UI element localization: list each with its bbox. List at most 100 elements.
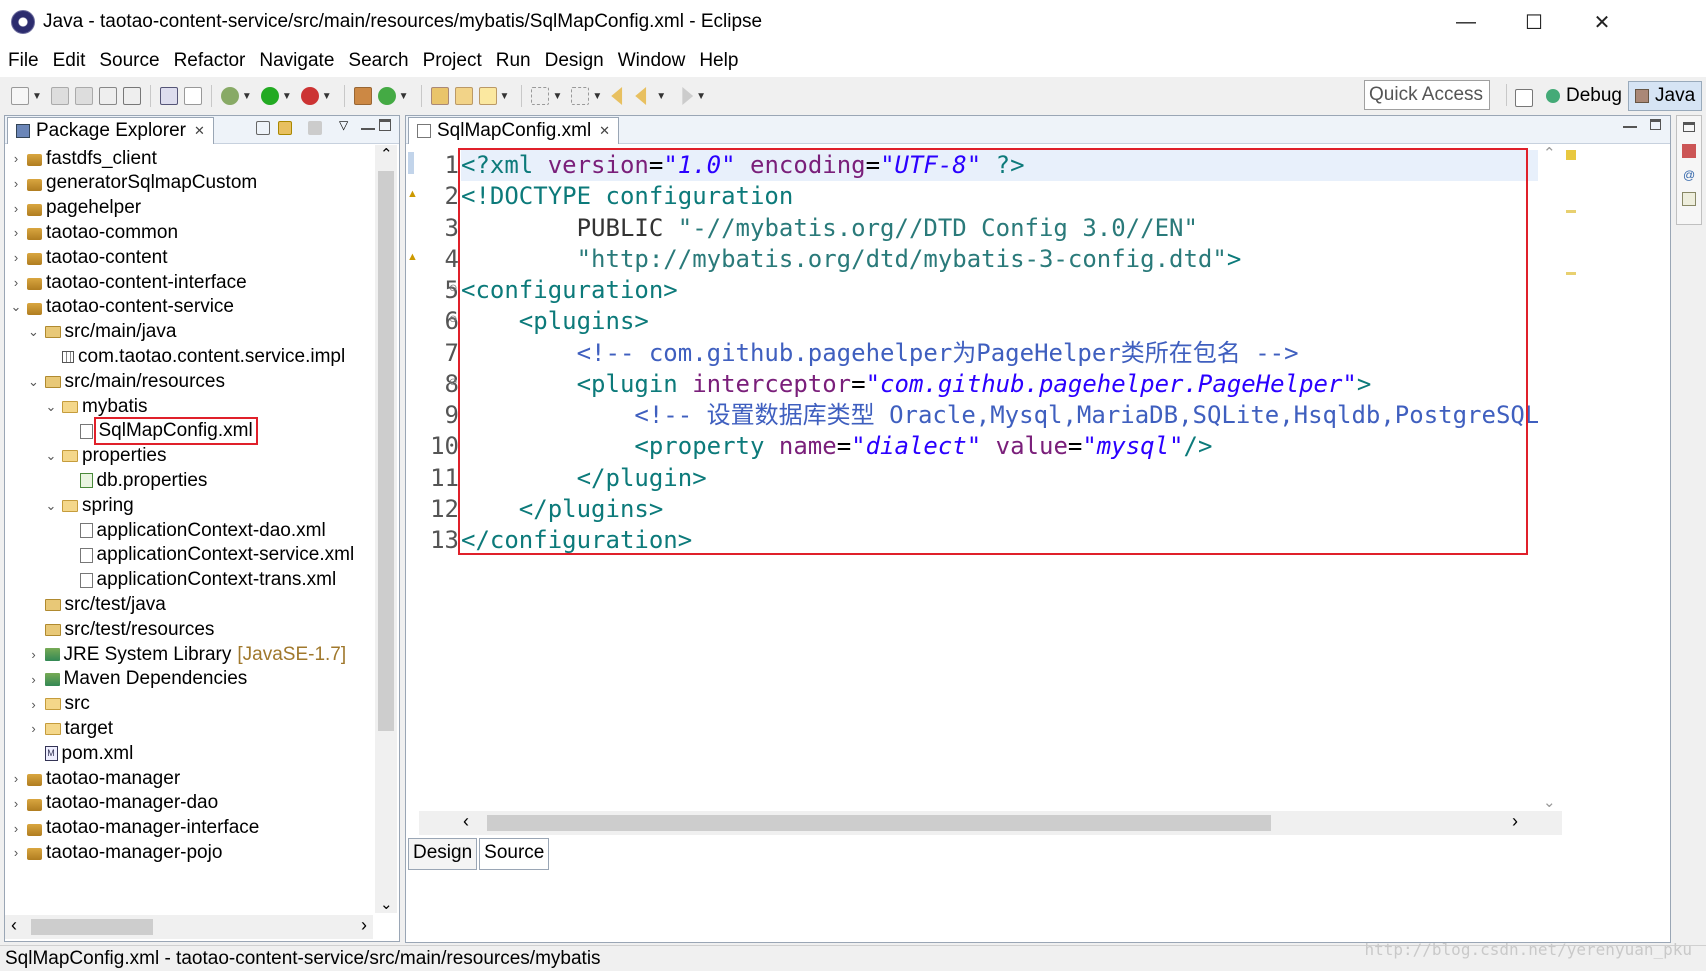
tree-item[interactable]: db.properties (62, 467, 207, 494)
tree-item[interactable]: applicationContext-trans.xml (62, 567, 336, 594)
expand-arrow-icon[interactable]: › (9, 151, 23, 166)
code-line[interactable]: </plugin> (461, 463, 707, 494)
tree-item[interactable]: ⌄ properties (44, 443, 167, 470)
expand-arrow-icon[interactable]: › (9, 845, 23, 860)
back-dropdown-icon[interactable]: ▼ (656, 91, 666, 102)
tree-item[interactable]: › pagehelper (9, 195, 141, 222)
tab-source[interactable]: Source (479, 838, 550, 870)
close-tab-icon[interactable]: ✕ (194, 123, 205, 139)
tree-item[interactable]: Mpom.xml (27, 740, 133, 767)
new-java-class-icon[interactable] (377, 87, 396, 105)
pencil-icon[interactable] (478, 87, 497, 105)
collapse-arrow-icon[interactable]: ⌄ (27, 324, 41, 340)
collapse-arrow-icon[interactable]: ⌄ (44, 399, 58, 415)
tree-item[interactable]: › target (27, 715, 113, 742)
close-button[interactable]: ✕ (1568, 0, 1636, 44)
print-icon[interactable] (98, 87, 117, 105)
tree-item[interactable]: ⌄ mybatis (44, 393, 148, 420)
perspective-java-button[interactable]: Java (1628, 81, 1703, 111)
code-line[interactable]: <configuration> (461, 275, 678, 306)
declaration-view-icon[interactable] (1682, 192, 1696, 206)
collapse-all-icon[interactable] (256, 121, 270, 135)
expand-arrow-icon[interactable]: › (9, 796, 23, 811)
tree-item[interactable]: › taotao-content-interface (9, 269, 247, 296)
code-line[interactable]: PUBLIC "-//mybatis.org//DTD Config 3.0//… (461, 213, 1198, 244)
minimize-button[interactable]: — (1432, 0, 1500, 44)
editor-vertical-scrollbar[interactable]: ⌃ ⌄ (1538, 144, 1562, 811)
focus-icon[interactable] (308, 121, 322, 135)
open-type-icon[interactable] (122, 87, 141, 105)
menu-source[interactable]: Source (99, 50, 167, 72)
scroll-left-icon[interactable]: ‹ (11, 915, 17, 936)
expand-arrow-icon[interactable]: › (9, 225, 23, 240)
forward-icon[interactable] (682, 87, 694, 105)
menu-edit[interactable]: Edit (53, 50, 94, 72)
tree-item[interactable]: › taotao-manager (9, 765, 180, 792)
last-edit-icon[interactable] (611, 87, 623, 105)
code-line[interactable]: <!-- 设置数据库类型 Oracle,Mysql,MariaDB,SQLite… (461, 400, 1538, 431)
tree-item[interactable]: SqlMapConfig.xml (62, 417, 258, 446)
code-line[interactable]: </configuration> (461, 525, 692, 556)
menu-file[interactable]: File (8, 50, 47, 72)
explorer-horizontal-scrollbar[interactable]: ‹ › (5, 915, 373, 939)
debug-dropdown-icon[interactable]: ▼ (242, 91, 252, 102)
scroll-up-icon[interactable]: ⌃ (380, 145, 393, 163)
close-tab-icon[interactable]: ✕ (599, 123, 610, 139)
editor-tab-sqlmapconfig[interactable]: SqlMapConfig.xml ✕ (408, 117, 620, 144)
expand-arrow-icon[interactable]: › (9, 771, 23, 786)
previous-annotation-dropdown-icon[interactable]: ▼ (592, 91, 602, 102)
code-editor[interactable]: 1 2 3 4 5 6 7 8 9 10 11 12 13 ⊖ ⊖ ⊖ <?xml version="1.0"… (419, 144, 1538, 834)
editor-hscroll-thumb[interactable] (487, 815, 1271, 831)
menu-run[interactable]: Run (496, 50, 539, 72)
collapse-arrow-icon[interactable]: ⌄ (9, 299, 23, 315)
minimize-view-icon[interactable] (361, 128, 375, 138)
previous-annotation-icon[interactable] (571, 87, 590, 105)
expand-arrow-icon[interactable]: › (9, 176, 23, 191)
code-line[interactable]: </plugins> (461, 494, 664, 525)
tree-item[interactable]: applicationContext-service.xml (62, 542, 354, 569)
new-java-package-icon[interactable] (353, 87, 372, 105)
annotation-dropdown-icon[interactable]: ▼ (500, 91, 510, 102)
problems-view-icon[interactable] (1682, 144, 1696, 158)
fold-toggle-icon[interactable]: ⊖ (449, 283, 457, 294)
save-icon[interactable] (50, 87, 69, 105)
link-with-editor-icon[interactable] (278, 121, 292, 135)
open-folder-icon[interactable] (430, 87, 449, 105)
quick-access-input[interactable]: Quick Access (1364, 80, 1490, 110)
run-icon[interactable] (260, 87, 279, 105)
code-text[interactable]: <?xml version="1.0" encoding="UTF-8" ?> <… (461, 144, 1538, 834)
collapse-arrow-icon[interactable]: ⌄ (44, 498, 58, 514)
tree-item[interactable]: › taotao-manager-dao (9, 790, 218, 817)
expand-arrow-icon[interactable]: › (9, 201, 23, 216)
tree-item[interactable]: › fastdfs_client (9, 145, 157, 172)
tree-item[interactable]: ⌄ src/main/resources (27, 368, 225, 395)
perspective-debug-button[interactable]: Debug (1540, 81, 1628, 111)
skip-breakpoints-icon[interactable] (183, 87, 202, 105)
menu-design[interactable]: Design (545, 50, 612, 72)
save-all-icon[interactable] (74, 87, 93, 105)
expand-arrow-icon[interactable]: › (27, 647, 41, 662)
explorer-vertical-scrollbar[interactable]: ⌃ ⌄ (375, 145, 397, 913)
expand-arrow-icon[interactable]: › (9, 250, 23, 265)
tree-item[interactable]: › JRE System Library [JavaSE-1.7] (27, 641, 346, 668)
new-icon[interactable] (11, 87, 29, 105)
menu-project[interactable]: Project (423, 50, 490, 72)
explorer-scroll-thumb[interactable] (378, 171, 394, 731)
back-icon[interactable] (635, 87, 647, 105)
tree-item[interactable]: › generatorSqlmapCustom (9, 170, 257, 197)
maximize-button[interactable]: ☐ (1500, 0, 1568, 44)
scroll-right-icon[interactable]: › (361, 915, 367, 936)
next-annotation-icon[interactable] (531, 87, 550, 105)
restore-view-icon[interactable] (1683, 122, 1695, 132)
collapse-arrow-icon[interactable]: ⌄ (27, 374, 41, 390)
tree-item[interactable]: › src (27, 691, 90, 718)
tree-item[interactable]: applicationContext-dao.xml (62, 517, 326, 544)
external-tools-dropdown-icon[interactable]: ▼ (322, 91, 332, 102)
code-line[interactable]: <!DOCTYPE configuration (461, 181, 793, 212)
new-dropdown-icon[interactable]: ▼ (32, 91, 42, 102)
expand-arrow-icon[interactable]: › (27, 697, 41, 712)
view-menu-icon[interactable]: ▽ (339, 118, 348, 132)
restore-editor-icon[interactable] (1650, 119, 1661, 130)
debug-icon[interactable] (220, 87, 239, 105)
scroll-down-icon[interactable]: ⌄ (380, 895, 393, 913)
